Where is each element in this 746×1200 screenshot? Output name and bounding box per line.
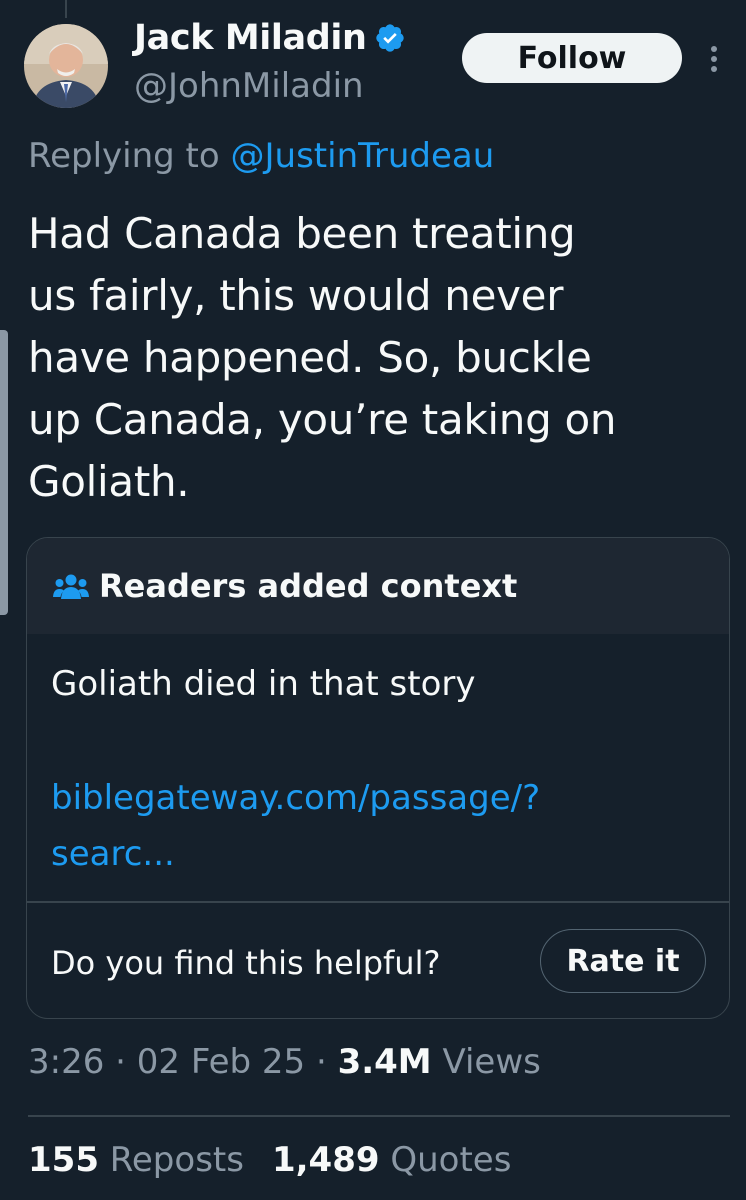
tweet-line: up Canada, you’re taking on <box>28 395 617 444</box>
views-count: 3.4M <box>337 1042 432 1082</box>
community-note-header: Readers added context <box>27 538 729 634</box>
people-icon <box>53 574 89 599</box>
tweet-line: Had Canada been treating <box>28 209 576 258</box>
helpful-prompt: Do you find this helpful? <box>51 944 441 982</box>
tweet-date[interactable]: 02 Feb 25 <box>137 1042 305 1082</box>
separator-dot: · <box>315 1042 327 1082</box>
mention-link[interactable]: @JustinTrudeau <box>231 136 495 176</box>
community-note-body: Goliath died in that story <box>51 664 476 704</box>
tweet-line: us fairly, this would never <box>28 271 564 320</box>
community-note-card: Readers added context Goliath died in th… <box>26 537 730 1019</box>
avatar[interactable] <box>24 24 108 108</box>
verified-badge-icon <box>376 24 405 52</box>
replying-to-prefix: Replying to <box>28 136 220 176</box>
separator-dot: · <box>115 1042 126 1082</box>
views-label: Views <box>442 1042 541 1082</box>
note-source-link[interactable]: searc... <box>51 834 175 874</box>
replying-to-line: Replying to @JustinTrudeau <box>28 136 494 176</box>
author-name-row[interactable]: Jack Miladin <box>134 18 406 58</box>
more-options-icon[interactable] <box>708 44 720 74</box>
author-display-name[interactable]: Jack Miladin <box>134 18 367 58</box>
scrollbar[interactable] <box>0 330 8 615</box>
quotes-count: 1,489 <box>271 1140 380 1180</box>
rate-it-button[interactable]: Rate it <box>540 929 706 993</box>
divider <box>27 901 729 903</box>
tweet-detail-view: Jack Miladin @JohnMiladin Follow Replyin… <box>0 0 746 1200</box>
tweet-line: have happened. So, buckle <box>28 333 592 382</box>
engagement-stats: 155 Reposts 1,489 Quotes <box>28 1140 511 1180</box>
divider <box>28 1115 730 1117</box>
thread-connector-line <box>65 0 67 18</box>
author-handle[interactable]: @JohnMiladin <box>134 66 364 106</box>
tweet-meta: 3:26 · 02 Feb 25 · 3.4M Views <box>28 1042 541 1082</box>
tweet-line: Goliath. <box>28 457 190 506</box>
community-note-title: Readers added context <box>99 567 518 605</box>
tweet-body: Had Canada been treating us fairly, this… <box>28 203 728 513</box>
note-source-link[interactable]: biblegateway.com/passage/? <box>51 778 540 818</box>
tweet-time[interactable]: 3:26 <box>28 1042 104 1082</box>
reposts-stat[interactable]: 155 Reposts <box>28 1140 244 1180</box>
quotes-label: Quotes <box>390 1140 512 1180</box>
reposts-count: 155 <box>28 1140 99 1180</box>
follow-button[interactable]: Follow <box>462 33 682 83</box>
reposts-label: Reposts <box>109 1140 244 1180</box>
quotes-stat[interactable]: 1,489 Quotes <box>272 1140 511 1180</box>
